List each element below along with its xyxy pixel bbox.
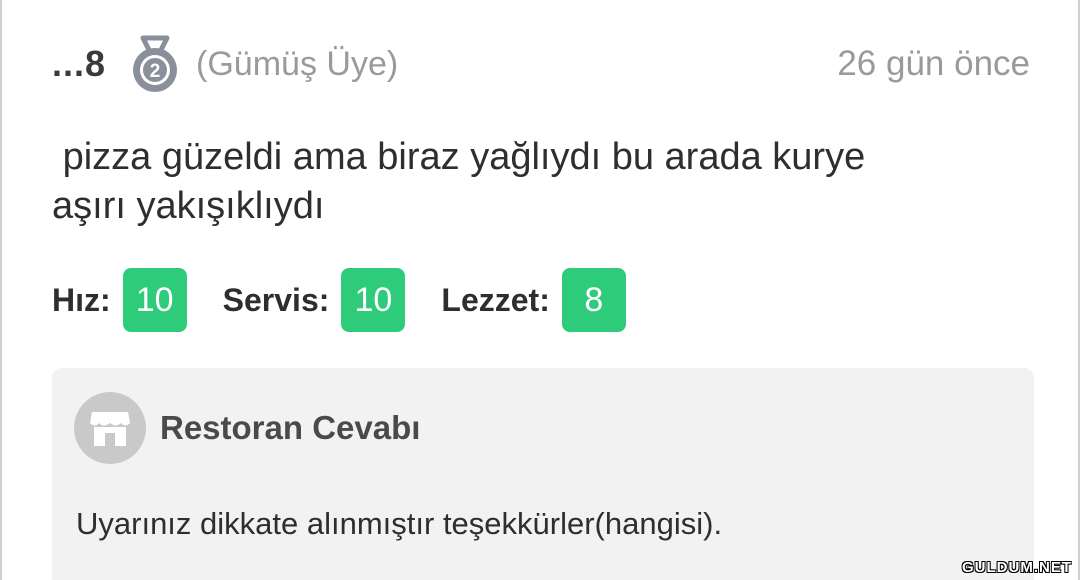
review-timestamp: 26 gün önce <box>837 44 1030 83</box>
rating-label-speed: Hız: <box>52 281 111 318</box>
ratings-row: Hız: 10 Servis: 10 Lezzet: 8 <box>52 268 662 332</box>
review-card: ...8 2 (Gümüş Üye) 26 gün önce pizza güz… <box>0 0 1080 580</box>
rating-score-taste: 8 <box>561 268 626 332</box>
rating-label-taste: Lezzet: <box>441 281 550 318</box>
review-text: pizza güzeldi ama biraz yağlıydı bu arad… <box>52 136 866 227</box>
rating-score-speed: 10 <box>122 268 187 332</box>
watermark: GULDUM.NET <box>962 559 1072 576</box>
rating-label-service: Servis: <box>222 281 330 318</box>
store-icon <box>74 392 146 464</box>
rating-score-service: 10 <box>341 268 406 332</box>
restaurant-reply-header: Restoran Cevabı <box>74 392 420 464</box>
username[interactable]: ...8 <box>52 43 106 85</box>
restaurant-reply: Restoran Cevabı Uyarınız dikkate alınmış… <box>52 368 1034 580</box>
restaurant-reply-title: Restoran Cevabı <box>160 409 421 446</box>
restaurant-reply-text: Uyarınız dikkate alınmıştır teşekkürler(… <box>76 506 723 541</box>
medal-number: 2 <box>150 61 161 82</box>
member-type-label: (Gümüş Üye) <box>196 44 399 83</box>
review-header: ...8 2 (Gümüş Üye) 26 gün önce <box>52 32 1030 96</box>
silver-medal-icon: 2 <box>126 34 184 94</box>
